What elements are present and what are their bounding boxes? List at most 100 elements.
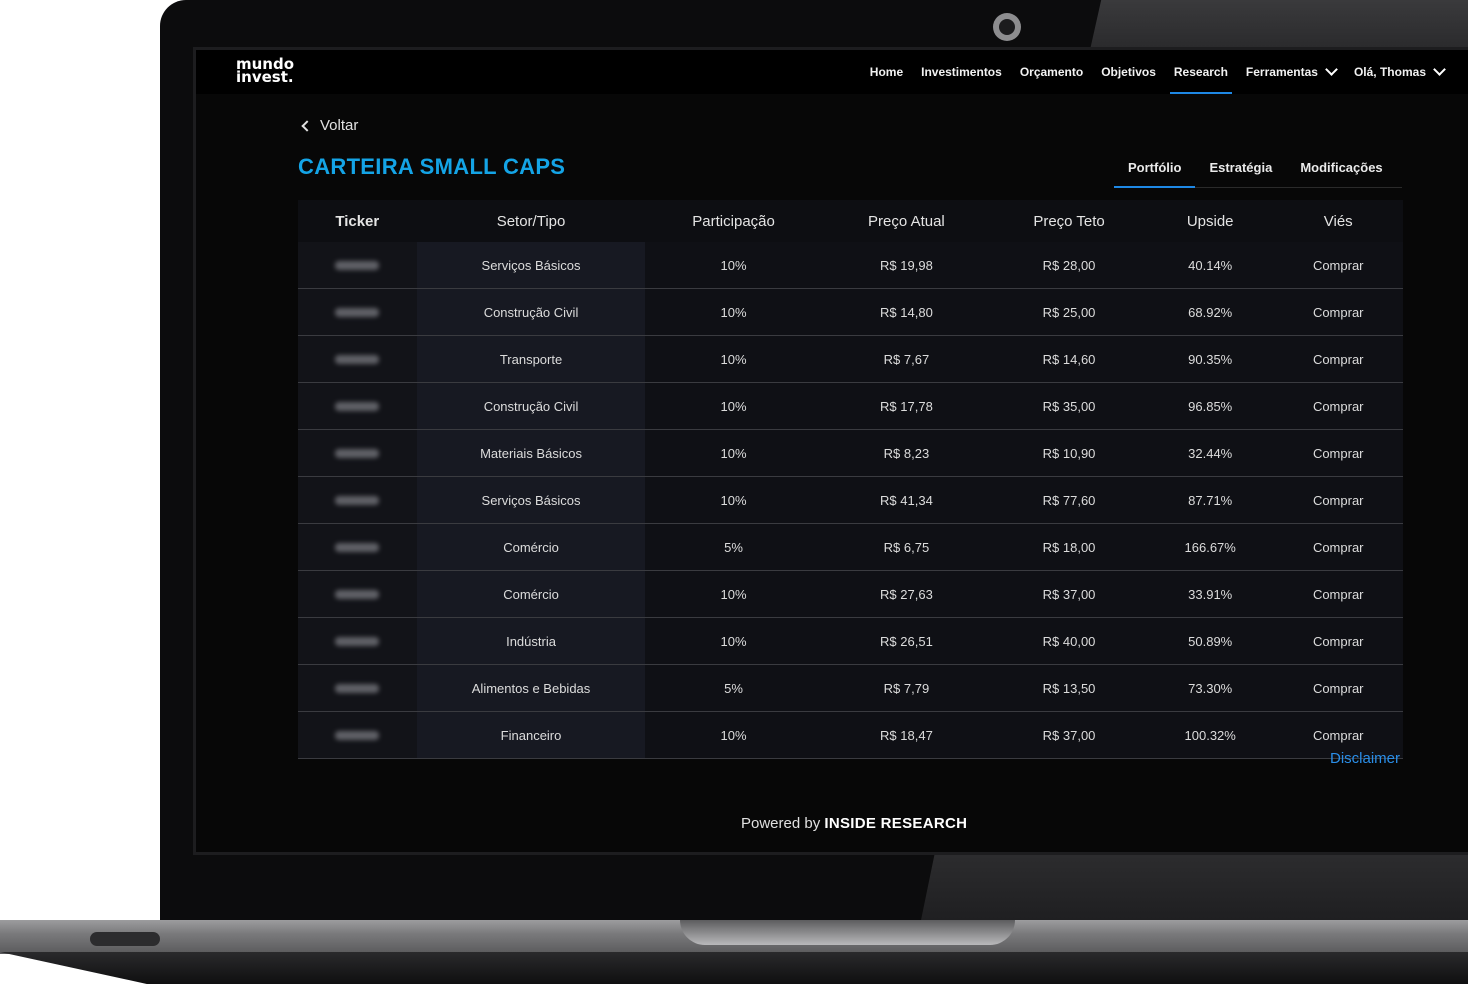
ceiling-price-cell: R$ 35,00 [991, 382, 1147, 430]
column-header-ticker[interactable]: Ticker [298, 200, 417, 242]
table-row[interactable]: Alimentos e Bebidas 5% R$ 7,79 R$ 13,50 … [298, 664, 1403, 712]
table-row[interactable]: Serviços Básicos 10% R$ 41,34 R$ 77,60 8… [298, 476, 1403, 524]
ticker-redacted [335, 307, 380, 317]
ceiling-price-cell: R$ 18,00 [991, 523, 1147, 571]
participation-cell: 10% [645, 242, 822, 289]
participation-cell: 10% [645, 335, 822, 383]
column-header-preco-teto[interactable]: Preço Teto [991, 200, 1147, 242]
ticker-redacted [335, 260, 380, 270]
nav-ferramentas-label: Ferramentas [1245, 65, 1318, 79]
participation-cell: 5% [645, 523, 822, 571]
sector-cell: Serviços Básicos [416, 476, 646, 524]
ceiling-price-cell: R$ 37,00 [991, 711, 1147, 759]
column-header-participacao[interactable]: Participação [645, 200, 822, 242]
laptop-base-shadow [0, 952, 1468, 984]
upside-cell: 32.44% [1146, 429, 1274, 477]
nav-home[interactable]: Home [870, 50, 903, 94]
ceiling-price-cell: R$ 28,00 [991, 242, 1147, 289]
upside-cell: 68.92% [1146, 288, 1274, 336]
ceiling-price-cell: R$ 10,90 [991, 429, 1147, 477]
upside-cell: 166.67% [1146, 523, 1274, 571]
table-row[interactable]: Indústria 10% R$ 26,51 R$ 40,00 50.89% C… [298, 617, 1403, 665]
bias-cell: Comprar [1273, 523, 1403, 571]
sector-cell: Serviços Básicos [416, 242, 646, 289]
user-menu[interactable]: Olá, Thomas [1353, 50, 1446, 94]
ceiling-price-cell: R$ 25,00 [991, 288, 1147, 336]
ceiling-price-cell: R$ 40,00 [991, 617, 1147, 665]
nav-objetivos[interactable]: Objetivos [1101, 50, 1156, 94]
participation-cell: 10% [645, 382, 822, 430]
ticker-cell [298, 288, 417, 336]
table-header-row: Ticker Setor/Tipo Participação Preço Atu… [298, 200, 1403, 242]
ceiling-price-cell: R$ 37,00 [991, 570, 1147, 618]
table-row[interactable]: Serviços Básicos 10% R$ 19,98 R$ 28,00 4… [298, 242, 1403, 289]
table-row[interactable]: Materiais Básicos 10% R$ 8,23 R$ 10,90 3… [298, 429, 1403, 477]
laptop-notch [680, 920, 1015, 945]
ticker-cell [298, 711, 417, 759]
bias-cell: Comprar [1273, 617, 1403, 665]
sector-cell: Construção Civil [416, 382, 646, 430]
sector-cell: Construção Civil [416, 288, 646, 336]
sector-cell: Alimentos e Bebidas [416, 664, 646, 712]
ticker-cell [298, 382, 417, 430]
column-header-preco-atual[interactable]: Preço Atual [821, 200, 992, 242]
nav-ferramentas[interactable]: Ferramentas [1245, 50, 1338, 94]
ticker-redacted [335, 542, 380, 552]
table-row[interactable]: Construção Civil 10% R$ 17,78 R$ 35,00 9… [298, 382, 1403, 430]
disclaimer-link[interactable]: Disclaimer [1330, 750, 1400, 767]
tab-modificacoes[interactable]: Modificações [1286, 151, 1396, 187]
ticker-redacted [335, 448, 380, 458]
bias-cell: Comprar [1273, 335, 1403, 383]
ticker-cell [298, 570, 417, 618]
chevron-down-icon [1325, 63, 1338, 76]
portfolio-table: Ticker Setor/Tipo Participação Preço Atu… [298, 200, 1403, 759]
column-header-setor[interactable]: Setor/Tipo [416, 200, 646, 242]
nav-orcamento[interactable]: Orçamento [1020, 50, 1083, 94]
upside-cell: 90.35% [1146, 335, 1274, 383]
tab-portfolio[interactable]: Portfólio [1114, 151, 1196, 188]
current-price-cell: R$ 26,51 [821, 617, 992, 665]
mundo-invest-logo[interactable]: mundo invest. [236, 57, 294, 85]
ticker-redacted [335, 636, 380, 646]
page-title: CARTEIRA SMALL CAPS [298, 154, 566, 179]
upside-cell: 33.91% [1146, 570, 1274, 618]
table-row[interactable]: Financeiro 10% R$ 18,47 R$ 37,00 100.32%… [298, 711, 1403, 759]
laptop-foot [90, 932, 160, 946]
main-nav: Home Investimentos Orçamento Objetivos R… [852, 50, 1446, 94]
nav-research[interactable]: Research [1169, 50, 1232, 94]
participation-cell: 10% [645, 429, 822, 477]
sector-cell: Comércio [416, 523, 646, 571]
back-link[interactable]: Voltar [301, 117, 358, 134]
ticker-cell [298, 617, 417, 665]
user-greeting: Olá, Thomas [1353, 65, 1426, 79]
column-header-upside[interactable]: Upside [1146, 200, 1274, 242]
current-price-cell: R$ 19,98 [821, 242, 992, 289]
participation-cell: 5% [645, 664, 822, 712]
bias-cell: Comprar [1273, 476, 1403, 524]
ceiling-price-cell: R$ 77,60 [991, 476, 1147, 524]
ticker-redacted [335, 495, 380, 505]
ticker-redacted [335, 730, 380, 740]
table-row[interactable]: Comércio 5% R$ 6,75 R$ 18,00 166.67% Com… [298, 523, 1403, 571]
ticker-redacted [335, 683, 380, 693]
participation-cell: 10% [645, 476, 822, 524]
ticker-cell [298, 523, 417, 571]
table-row[interactable]: Construção Civil 10% R$ 14,80 R$ 25,00 6… [298, 288, 1403, 336]
upside-cell: 40.14% [1146, 242, 1274, 289]
tab-estrategia[interactable]: Estratégia [1195, 151, 1286, 187]
screen-glare-lower [920, 855, 1468, 925]
upside-cell: 100.32% [1146, 711, 1274, 759]
ceiling-price-cell: R$ 14,60 [991, 335, 1147, 383]
screen-glare [1090, 0, 1468, 50]
sector-cell: Indústria [416, 617, 646, 665]
bias-cell: Comprar [1273, 288, 1403, 336]
chevron-down-icon [1433, 63, 1446, 76]
bias-cell: Comprar [1273, 382, 1403, 430]
table-row[interactable]: Comércio 10% R$ 27,63 R$ 37,00 33.91% Co… [298, 570, 1403, 618]
current-price-cell: R$ 8,23 [821, 429, 992, 477]
ceiling-price-cell: R$ 13,50 [991, 664, 1147, 712]
portfolio-tabs: Portfólio Estratégia Modificações [1114, 151, 1402, 188]
table-row[interactable]: Transporte 10% R$ 7,67 R$ 14,60 90.35% C… [298, 335, 1403, 383]
column-header-vies[interactable]: Viés [1273, 200, 1403, 242]
nav-investimentos[interactable]: Investimentos [921, 50, 1002, 94]
